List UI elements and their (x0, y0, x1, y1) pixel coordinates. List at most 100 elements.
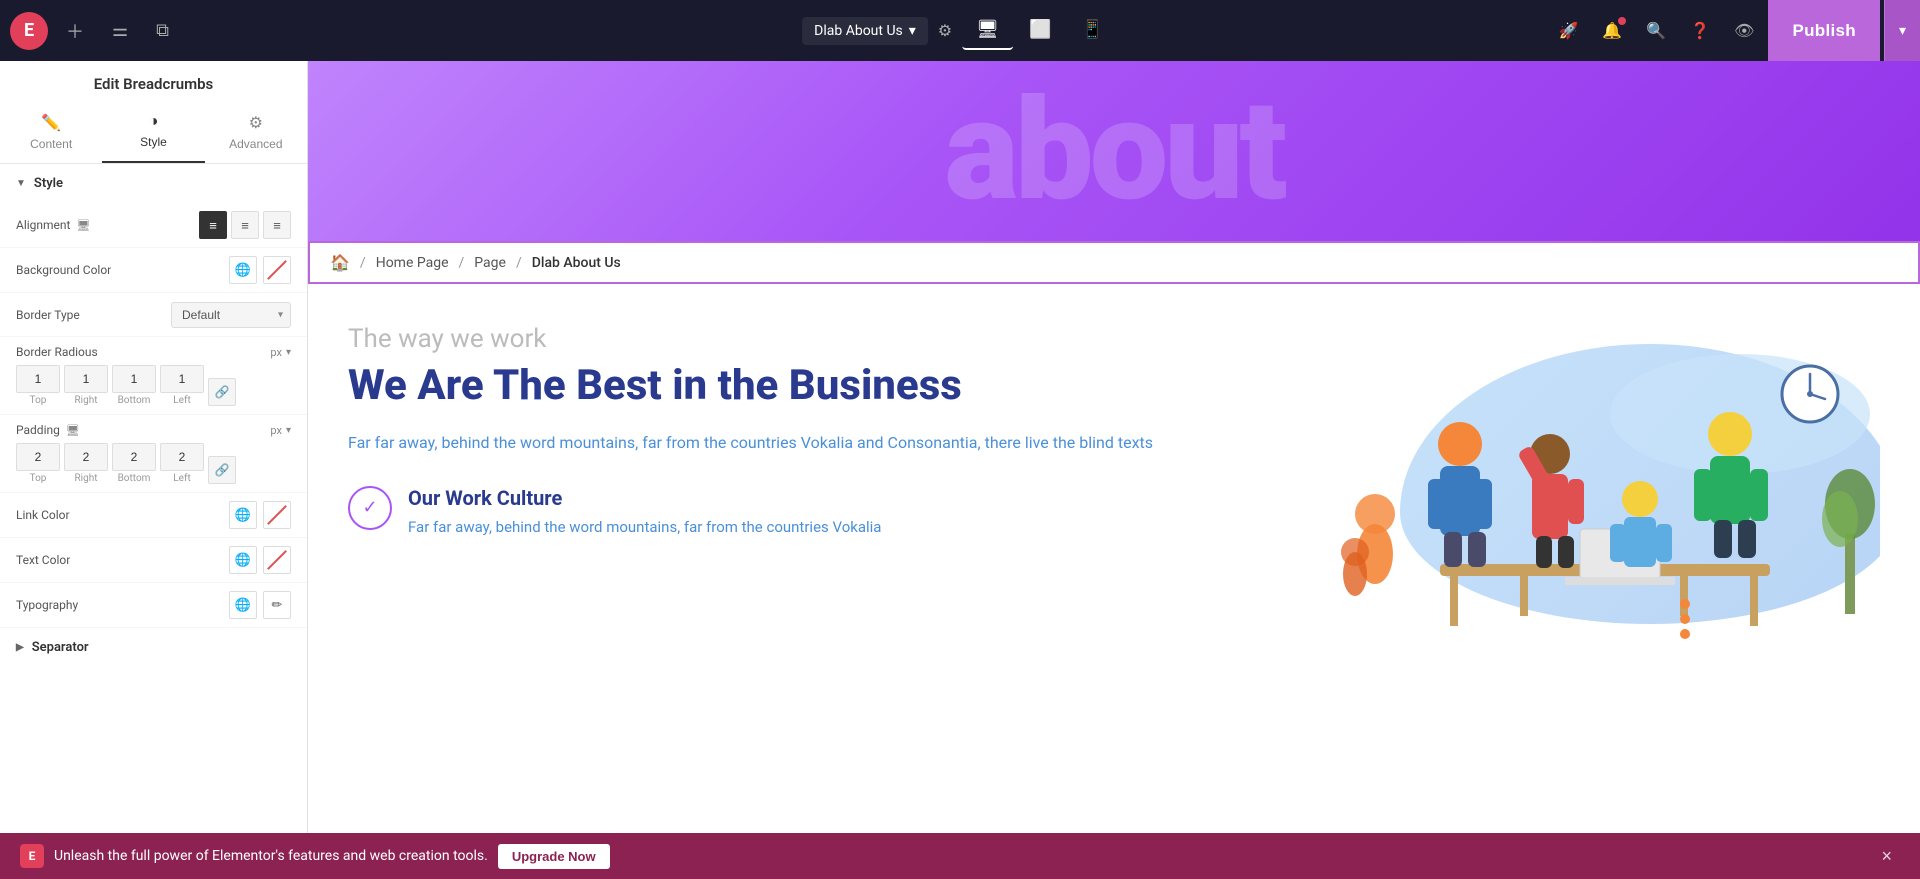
separator-section-header[interactable]: ▶ Separator (0, 628, 307, 667)
padding-link-button[interactable]: 🔗 (208, 456, 236, 484)
page-content: The way we work We Are The Best in the B… (308, 284, 1920, 684)
work-culture-icon: ✓ (348, 486, 392, 530)
layers-button[interactable]: ⧉ (146, 14, 179, 47)
border-type-row: Border Type Default ▾ (0, 293, 307, 337)
border-radius-bottom-input[interactable] (112, 365, 156, 393)
desktop-view-button[interactable]: 🖥 (962, 11, 1013, 50)
padding-left: Left (160, 443, 204, 484)
settings-panel-button[interactable]: ⚌ (102, 14, 138, 47)
padding-left-input[interactable] (160, 443, 204, 471)
breadcrumb-page[interactable]: Page (474, 255, 506, 271)
padding-top-input[interactable] (16, 443, 60, 471)
text-color-row: Text Color 🌐 (0, 538, 307, 583)
publish-button[interactable]: Publish (1768, 0, 1880, 61)
tab-content[interactable]: ✏️ Content (0, 105, 102, 163)
elementor-logo[interactable]: E (10, 12, 48, 50)
illustration-svg (1320, 334, 1880, 644)
advanced-tab-label: Advanced (229, 137, 282, 151)
style-section-arrow: ▼ (16, 178, 26, 189)
canvas-area: about 🏠 / Home Page / Page / Dlab About … (308, 61, 1920, 833)
align-right-button[interactable]: ≡ (263, 211, 291, 239)
alignment-controls: ≡ ≡ ≡ (199, 211, 291, 239)
border-radius-unit: px (270, 346, 282, 359)
tab-style[interactable]: ◑ Style (102, 105, 204, 163)
tab-advanced[interactable]: ⚙ Advanced (205, 105, 307, 163)
publish-dropdown-button[interactable]: ▾ (1884, 0, 1920, 61)
link-color-controls: 🌐 (229, 501, 291, 529)
preview-button[interactable]: 👁 (1724, 13, 1764, 49)
work-culture-text: Our Work Culture Far far away, behind th… (408, 486, 881, 539)
background-color-remove-button[interactable] (263, 256, 291, 284)
breadcrumb-sep-2: / (459, 255, 465, 271)
padding-row: Padding 🖥 px ▾ Top Right (0, 415, 307, 493)
bottom-banner: E Unleash the full power of Elementor's … (0, 833, 1920, 879)
search-button[interactable]: 🔍 (1636, 13, 1676, 49)
text-cross-diagonal (267, 550, 287, 570)
topbar-right: 🚀 🔔 🔍 ❓ 👁 Publish ▾ (1548, 0, 1920, 61)
advanced-tab-icon: ⚙ (249, 113, 263, 133)
breadcrumb-home-page[interactable]: Home Page (376, 255, 449, 271)
border-radius-left-label: Left (173, 395, 190, 406)
content-tab-icon: ✏️ (41, 113, 61, 133)
device-switcher: 🖥 ⬜ 📱 (962, 11, 1118, 50)
separator-section-arrow: ▶ (16, 642, 24, 653)
border-radius-left-input[interactable] (160, 365, 204, 393)
border-type-label: Border Type (16, 308, 171, 322)
border-type-controls: Default ▾ (171, 302, 291, 328)
style-tab-label: Style (140, 135, 167, 149)
link-color-global-button[interactable]: 🌐 (229, 501, 257, 529)
navigator-button[interactable]: 🚀 (1548, 13, 1588, 49)
border-radius-top: Top (16, 365, 60, 406)
border-radius-right-label: Right (75, 395, 98, 406)
page-tagline: The way we work (348, 324, 1200, 354)
background-color-controls: 🌐 (229, 256, 291, 284)
border-radius-left: Left (160, 365, 204, 406)
text-color-global-button[interactable]: 🌐 (229, 546, 257, 574)
border-type-select[interactable]: Default (171, 302, 291, 328)
page-hero: about (308, 61, 1920, 241)
border-radius-bottom: Bottom (112, 365, 156, 406)
tablet-view-button[interactable]: ⬜ (1015, 11, 1065, 50)
canvas-scroll[interactable]: about 🏠 / Home Page / Page / Dlab About … (308, 61, 1920, 833)
padding-bottom-input[interactable] (112, 443, 156, 471)
mobile-view-button[interactable]: 📱 (1067, 11, 1117, 50)
chevron-down-icon: ▾ (909, 23, 916, 39)
add-element-button[interactable]: ＋ (56, 12, 94, 50)
breadcrumb-sep-1: / (360, 255, 366, 271)
typography-row: Typography 🌐 ✏ (0, 583, 307, 628)
style-tab-icon: ◑ (149, 113, 159, 131)
link-color-row: Link Color 🌐 (0, 493, 307, 538)
style-section-header[interactable]: ▼ Style (0, 164, 307, 203)
site-name-label: Dlab About Us (814, 23, 903, 39)
align-left-button[interactable]: ≡ (199, 211, 227, 239)
background-color-global-button[interactable]: 🌐 (229, 256, 257, 284)
link-color-remove-button[interactable] (263, 501, 291, 529)
breadcrumb-current: Dlab About Us (532, 255, 621, 271)
panel-title: Edit Breadcrumbs (0, 75, 307, 93)
page-text-col: The way we work We Are The Best in the B… (348, 324, 1200, 538)
notifications-button[interactable]: 🔔 (1592, 13, 1632, 49)
content-tab-label: Content (30, 137, 72, 151)
padding-unit-toggle[interactable]: ▾ (286, 425, 291, 436)
typography-edit-button[interactable]: ✏ (263, 591, 291, 619)
padding-top: Top (16, 443, 60, 484)
border-radius-top-input[interactable] (16, 365, 60, 393)
breadcrumb-home-icon[interactable]: 🏠 (330, 253, 350, 272)
border-radius-link-button[interactable]: 🔗 (208, 378, 236, 406)
border-radius-unit-toggle[interactable]: ▾ (286, 347, 291, 358)
typography-global-button[interactable]: 🌐 (229, 591, 257, 619)
page-settings-button[interactable]: ⚙ (932, 15, 958, 47)
align-center-button[interactable]: ≡ (231, 211, 259, 239)
panel-header: Edit Breadcrumbs ✏️ Content ◑ Style ⚙ Ad… (0, 61, 307, 164)
banner-elementor-logo: E (20, 844, 44, 868)
site-name-button[interactable]: Dlab About Us ▾ (802, 17, 928, 45)
border-radius-right-input[interactable] (64, 365, 108, 393)
padding-right-input[interactable] (64, 443, 108, 471)
page-image-col (1260, 324, 1880, 644)
banner-close-button[interactable]: × (1873, 842, 1900, 871)
canvas-inner: about 🏠 / Home Page / Page / Dlab About … (308, 61, 1920, 833)
illustration-area (1260, 324, 1880, 644)
banner-upgrade-button[interactable]: Upgrade Now (498, 844, 610, 869)
text-color-remove-button[interactable] (263, 546, 291, 574)
help-button[interactable]: ❓ (1680, 13, 1720, 49)
